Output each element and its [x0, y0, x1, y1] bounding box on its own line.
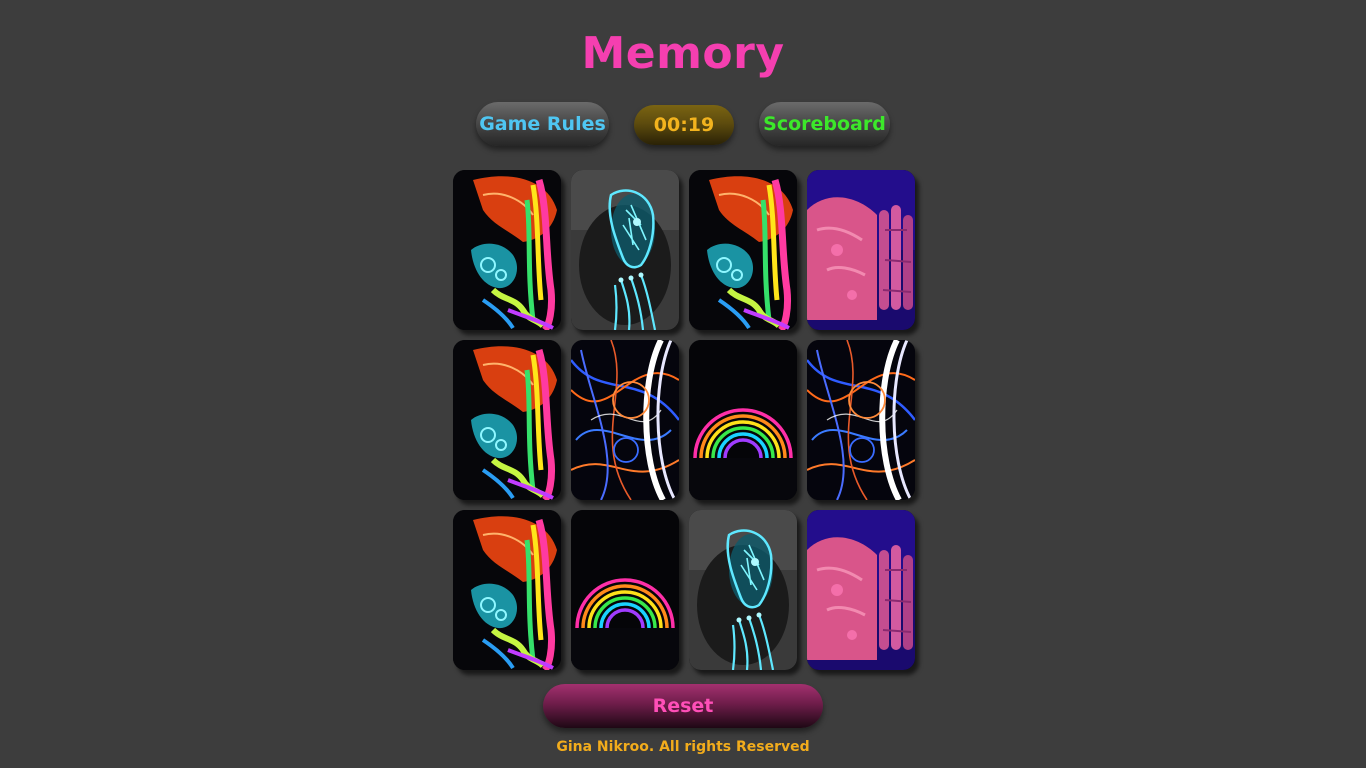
game-rules-button[interactable]: Game Rules [476, 102, 609, 146]
neon-pink-hand-image [807, 170, 915, 330]
neon-pink-hand-image [807, 510, 915, 670]
memory-card[interactable] [807, 510, 915, 670]
neon-rainbow-image [689, 340, 797, 500]
memory-card[interactable] [453, 510, 561, 670]
scoreboard-button[interactable]: Scoreboard [759, 102, 890, 146]
copyright-footer: Gina Nikroo. All rights Reserved [556, 739, 810, 755]
reset-button[interactable]: Reset [543, 684, 823, 728]
neon-face-portrait-image [571, 170, 679, 330]
neon-rainbow-image [571, 510, 679, 670]
memory-card[interactable] [571, 510, 679, 670]
neon-skull-xray-image [453, 340, 561, 500]
memory-card[interactable] [689, 510, 797, 670]
neon-skull-xray-image [453, 510, 561, 670]
memory-game-page: Memory Game Rules 00:19 Scoreboard Reset… [0, 0, 1366, 768]
page-title: Memory [581, 28, 785, 79]
memory-card[interactable] [571, 170, 679, 330]
memory-card[interactable] [453, 170, 561, 330]
neon-light-streaks-image [807, 340, 915, 500]
neon-face-portrait-image [689, 510, 797, 670]
neon-skull-xray-image [689, 170, 797, 330]
card-grid [453, 170, 916, 670]
game-timer: 00:19 [634, 105, 734, 145]
memory-card[interactable] [807, 340, 915, 500]
memory-card[interactable] [453, 340, 561, 500]
memory-card[interactable] [571, 340, 679, 500]
memory-card[interactable] [689, 340, 797, 500]
memory-card[interactable] [807, 170, 915, 330]
neon-skull-xray-image [453, 170, 561, 330]
memory-card[interactable] [689, 170, 797, 330]
neon-light-streaks-image [571, 340, 679, 500]
